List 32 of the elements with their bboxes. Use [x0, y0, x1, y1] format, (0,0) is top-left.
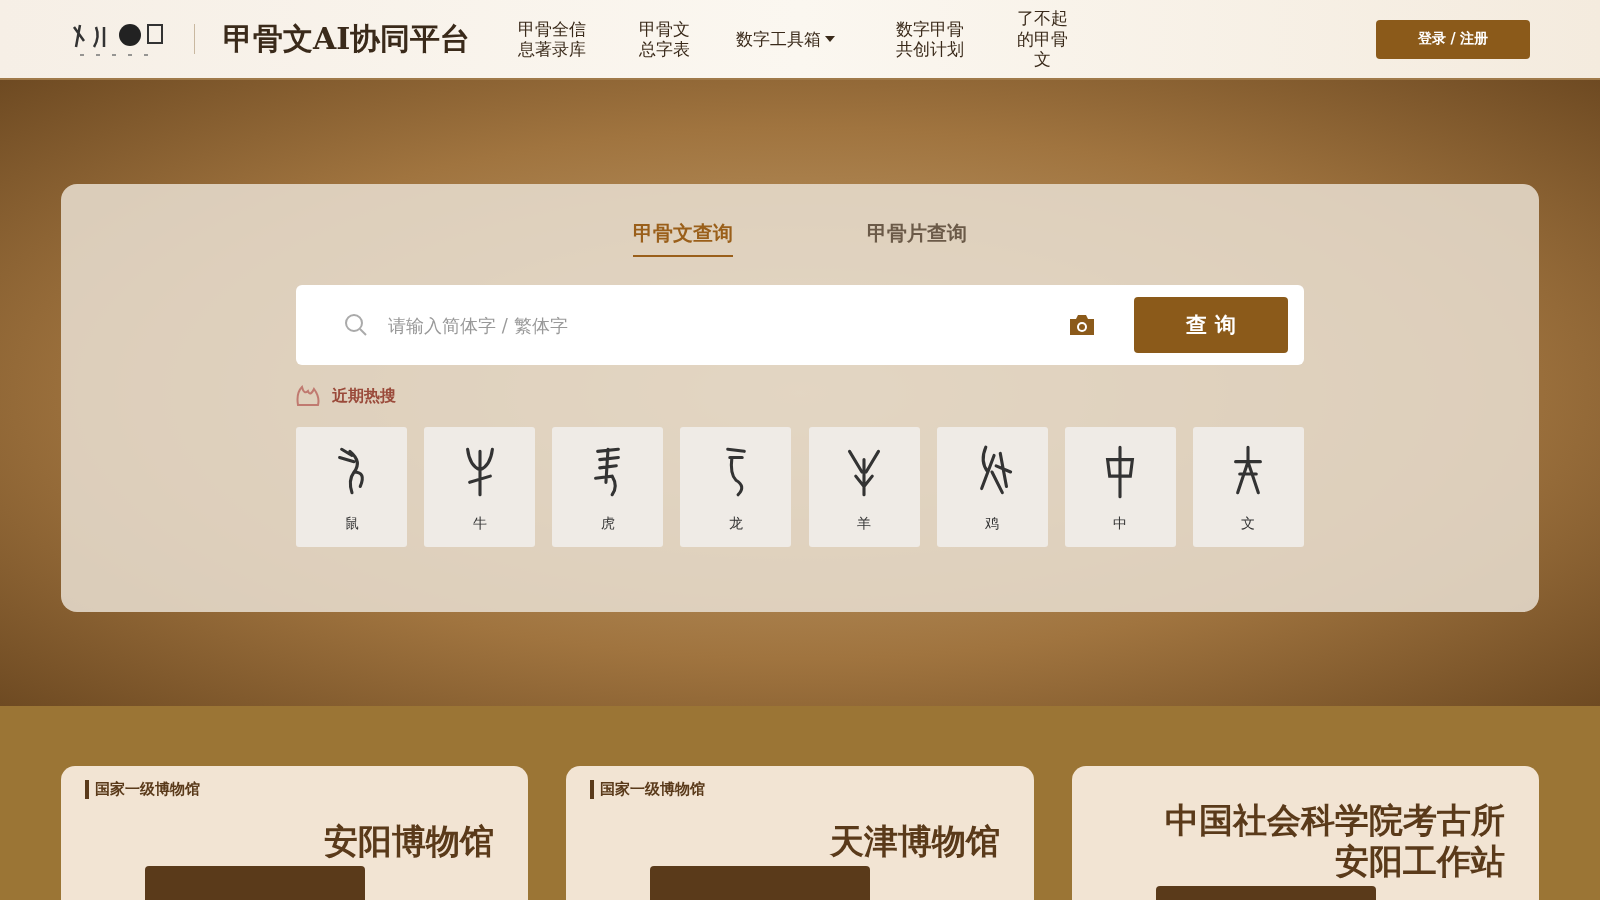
museum-card[interactable]: 中国社会科学院考古所 安阳工作站: [1071, 766, 1539, 900]
character-card[interactable]: 羊: [808, 427, 920, 547]
camera-icon[interactable]: [1068, 314, 1096, 336]
museum-title: 安阳博物馆: [323, 821, 496, 862]
museum-title: 中国社会科学院考古所 安阳工作站: [1164, 800, 1506, 882]
site-title: 甲骨文AI协同平台: [223, 19, 471, 58]
nav-link[interactable]: 数字工具箱: [736, 28, 849, 50]
search-button[interactable]: 查 询: [1134, 297, 1288, 353]
nav-link[interactable]: 数字甲骨共创计划: [890, 18, 971, 60]
character-card[interactable]: 鸡: [936, 427, 1048, 547]
character-card[interactable]: 文: [1193, 427, 1304, 547]
search-tab[interactable]: 甲骨文查询: [633, 220, 733, 257]
nav-link[interactable]: 甲骨全信息著录库: [512, 18, 593, 60]
search-field[interactable]: 请输入简体字 / 繁体字 查 询: [296, 285, 1304, 365]
search-icon: [344, 313, 368, 337]
search-tab[interactable]: 甲骨片查询: [867, 220, 967, 257]
museum-tag: 国家一级博物馆: [590, 780, 1010, 799]
character-card[interactable]: 牛: [424, 427, 536, 547]
nav-link[interactable]: 了不起的甲骨文: [1012, 8, 1073, 70]
museum-tag: 国家一级博物馆: [85, 780, 505, 799]
character-card[interactable]: 鼠: [296, 427, 407, 547]
nav-link[interactable]: 甲骨文总字表: [634, 18, 695, 60]
museum-card[interactable]: 国家一级博物馆 安阳博物馆: [61, 766, 529, 900]
login-button[interactable]: 登录 / 注册: [1376, 19, 1530, 59]
flame-icon: [296, 385, 320, 407]
museum-title: 天津博物馆: [828, 821, 1001, 862]
hot-search-label: 近期热搜: [332, 385, 396, 407]
character-card[interactable]: 中: [1064, 427, 1176, 547]
caret-icon: [825, 36, 836, 42]
character-card[interactable]: 龙: [680, 427, 792, 547]
character-card[interactable]: 虎: [552, 427, 664, 547]
museum-card[interactable]: 国家一级博物馆 天津博物馆: [566, 766, 1034, 900]
